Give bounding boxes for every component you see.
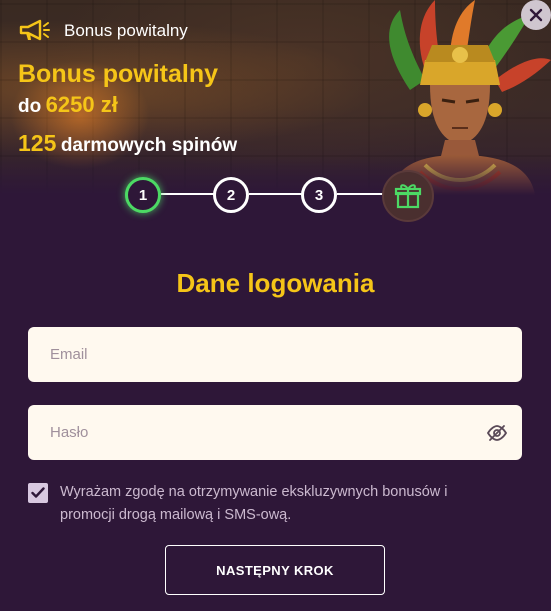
progress-stepper: 1 2 3: [125, 170, 437, 222]
step-2: 2: [213, 177, 249, 213]
banner-label: Bonus powitalny: [64, 21, 188, 40]
email-field[interactable]: [28, 327, 522, 382]
promo-amount-prefix: do: [18, 96, 42, 117]
promo-title: Bonus powitalny: [18, 60, 218, 88]
close-icon: [529, 8, 543, 22]
eye-slash-icon[interactable]: [487, 424, 507, 442]
megaphone-icon: [19, 19, 50, 41]
promo-amount-line: do 6250 zł: [18, 92, 118, 118]
banner-header: Bonus powitalny: [18, 18, 188, 44]
step-reward: [382, 170, 434, 222]
checkmark-icon: [31, 487, 45, 498]
consent-checkbox[interactable]: [28, 483, 48, 503]
promo-spins-line: 125 darmowych spinów: [18, 130, 237, 157]
next-step-button[interactable]: NASTĘPNY KROK: [165, 545, 385, 595]
step-connector: [337, 193, 383, 195]
step-1: 1: [125, 177, 161, 213]
promo-spins-count: 125: [18, 130, 57, 156]
form-title: Dane logowania: [176, 268, 375, 298]
promo-amount: 6250 zł: [45, 92, 118, 117]
consent-row: Wyrażam zgodę na otrzymywanie ekskluzywn…: [28, 481, 522, 527]
close-button[interactable]: [521, 0, 551, 30]
consent-text: Wyrażam zgodę na otrzymywanie ekskluzywn…: [60, 484, 448, 523]
gift-icon: [394, 184, 422, 209]
step-connector: [161, 193, 215, 195]
promo-banner: Bonus powitalny Bonus powitalny do 6250 …: [0, 0, 551, 195]
step-3: 3: [301, 177, 337, 213]
promo-spins-label: darmowych spinów: [60, 135, 238, 156]
password-field[interactable]: [28, 405, 522, 460]
step-connector: [249, 193, 303, 195]
